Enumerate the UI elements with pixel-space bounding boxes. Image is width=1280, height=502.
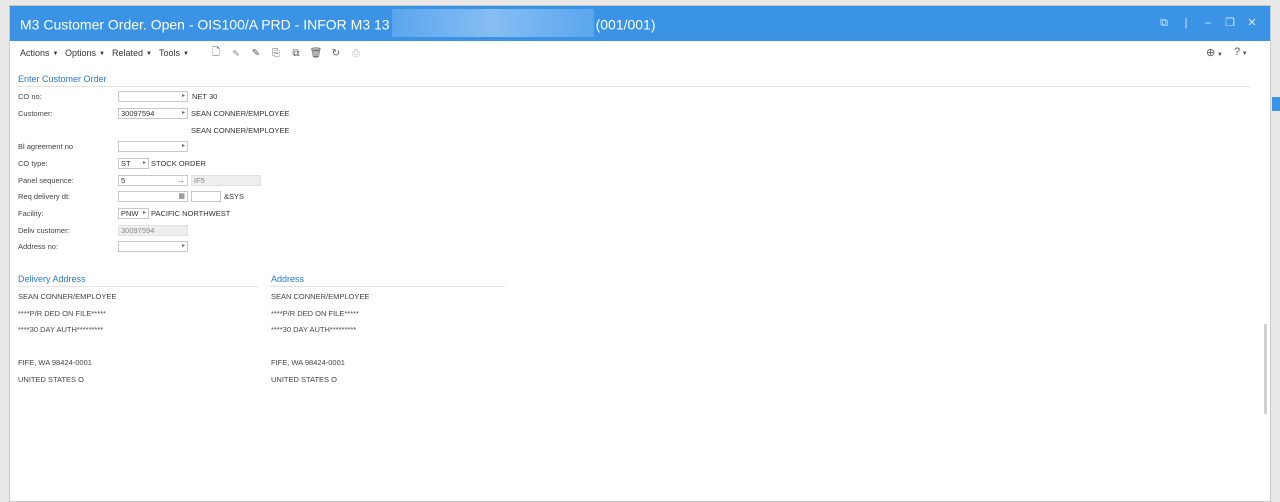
co-type-description: STOCK ORDER bbox=[151, 159, 206, 168]
arrow-right-icon[interactable]: → bbox=[177, 176, 185, 185]
help-icon[interactable]: ? ▼ bbox=[1234, 46, 1248, 58]
co-type-input[interactable]: ST ▸ bbox=[118, 158, 149, 169]
window-title-counter: (001/001) bbox=[595, 16, 656, 33]
refresh-icon[interactable]: ↻ bbox=[330, 47, 342, 59]
delete-icon[interactable]: 🗑 bbox=[310, 47, 323, 59]
caret-down-icon: ▼ bbox=[183, 51, 189, 57]
maximize-icon[interactable]: ❐ bbox=[1224, 17, 1236, 29]
panel-sequence-label: Panel sequence: bbox=[18, 176, 74, 185]
facility-description: PACIFIC NORTHWEST bbox=[151, 209, 231, 218]
minimize-icon[interactable]: – bbox=[1202, 17, 1214, 29]
address-line: FIFE, WA 98424-0001 bbox=[271, 358, 345, 367]
options-menu[interactable]: Options ▼ bbox=[65, 48, 105, 58]
chevron-right-icon[interactable]: ▸ bbox=[182, 142, 185, 151]
address-title: Address bbox=[271, 274, 305, 284]
caret-down-icon: ▼ bbox=[99, 51, 105, 57]
program-window: M3 Customer Order. Open - OIS100/A PRD -… bbox=[9, 5, 1271, 502]
address-line: UNITED STATES O bbox=[271, 375, 337, 384]
delivery-address-title: Delivery Address bbox=[18, 274, 86, 284]
redacted-region bbox=[391, 9, 594, 37]
toolbar: Actions ▼ Options ▼ Related ▼ Tools ▼ 🗋 ⬉ ✎ … bbox=[10, 41, 1270, 67]
req-delivery-label: Req delivery dt: bbox=[18, 192, 71, 201]
separator: | bbox=[1184, 17, 1188, 29]
title-bar: M3 Customer Order. Open - OIS100/A PRD -… bbox=[10, 6, 1270, 41]
side-panel-tab[interactable] bbox=[1272, 97, 1280, 111]
delivery-address-line: ****P/R DED ON FILE***** bbox=[18, 309, 106, 318]
bl-agreement-input[interactable]: ▸ bbox=[118, 141, 188, 152]
tools-menu[interactable]: Tools ▼ bbox=[159, 48, 189, 58]
window-title-text: M3 Customer Order. Open - OIS100/A PRD -… bbox=[20, 16, 390, 33]
chevron-right-icon[interactable]: ▸ bbox=[182, 109, 185, 118]
address-line: ****30 DAY AUTH********* bbox=[271, 325, 357, 334]
chevron-right-icon[interactable]: ▸ bbox=[182, 92, 185, 101]
address-line: ****P/R DED ON FILE***** bbox=[271, 309, 359, 318]
address-no-label: Address no: bbox=[18, 242, 59, 251]
delivery-address-line: UNITED STATES O bbox=[18, 375, 84, 384]
delivery-address-line: ****30 DAY AUTH********* bbox=[18, 325, 104, 334]
bl-agreement-label: Bl agreement no bbox=[18, 142, 74, 151]
customer-name-secondary: SEAN CONNER/EMPLOYEE bbox=[191, 126, 290, 135]
calendar-icon[interactable]: ▦ bbox=[178, 192, 185, 201]
deliv-customer-label: Deliv customer: bbox=[18, 226, 70, 235]
close-icon[interactable]: ✕ bbox=[1246, 17, 1258, 29]
address-no-input[interactable]: ▸ bbox=[118, 241, 188, 252]
delivery-address-line: SEAN CONNER/EMPLOYEE bbox=[18, 292, 117, 301]
customer-name: SEAN CONNER/EMPLOYEE bbox=[191, 109, 290, 118]
window-controls: ⧉ | – ❐ ✕ bbox=[1158, 17, 1258, 29]
caret-down-icon: ▼ bbox=[146, 51, 152, 57]
co-no-label: CO no: bbox=[18, 92, 42, 101]
customer-input[interactable]: 30097594 ▸ bbox=[118, 108, 188, 119]
edit-icon[interactable]: ✎ bbox=[250, 47, 262, 59]
window-title: M3 Customer Order. Open - OIS100/A PRD -… bbox=[20, 9, 656, 37]
req-delivery-time-input[interactable] bbox=[191, 191, 221, 202]
panel-sequence-input[interactable]: 5 → bbox=[118, 175, 188, 186]
actions-menu[interactable]: Actions ▼ bbox=[20, 48, 58, 58]
chevron-right-icon[interactable]: ▸ bbox=[143, 209, 146, 218]
chevron-right-icon[interactable]: ▸ bbox=[182, 242, 185, 251]
caret-down-icon: ▼ bbox=[52, 51, 59, 57]
delivery-address-divider bbox=[18, 286, 258, 287]
facility-input[interactable]: PNW ▸ bbox=[118, 208, 149, 219]
related-menu[interactable]: Related ▼ bbox=[112, 48, 152, 58]
print-icon[interactable]: ⎙ bbox=[350, 47, 362, 59]
co-no-input[interactable]: ▸ bbox=[118, 91, 188, 102]
co-type-label: CO type: bbox=[18, 159, 48, 168]
restore-icon[interactable]: ⧉ bbox=[1158, 17, 1170, 29]
copy-alt-icon[interactable]: ⧉ bbox=[290, 47, 302, 59]
zoom-icon[interactable]: ⊕ ▼ bbox=[1206, 46, 1223, 59]
co-no-description: NET 30 bbox=[192, 92, 218, 101]
deliv-customer-field: 30097594 bbox=[118, 225, 188, 236]
new-icon[interactable]: 🗋 bbox=[210, 47, 222, 59]
req-delivery-date-input[interactable]: ▦ bbox=[118, 191, 188, 202]
copy-icon[interactable]: ⎘ bbox=[270, 47, 282, 59]
address-line: SEAN CONNER/EMPLOYEE bbox=[271, 292, 370, 301]
form-title-divider bbox=[18, 86, 1250, 87]
req-delivery-description: &SYS bbox=[224, 192, 245, 201]
vertical-scrollbar[interactable] bbox=[1264, 324, 1267, 414]
customer-label: Customer: bbox=[18, 109, 53, 118]
form-title: Enter Customer Order bbox=[18, 74, 107, 84]
select-icon[interactable]: ⬉ bbox=[230, 47, 242, 59]
chevron-right-icon[interactable]: ▸ bbox=[143, 159, 146, 168]
address-divider bbox=[271, 286, 505, 287]
delivery-address-line: FIFE, WA 98424-0001 bbox=[18, 358, 92, 367]
facility-label: Facility: bbox=[18, 209, 44, 218]
panel-sequence-description: IF5 bbox=[191, 175, 261, 186]
